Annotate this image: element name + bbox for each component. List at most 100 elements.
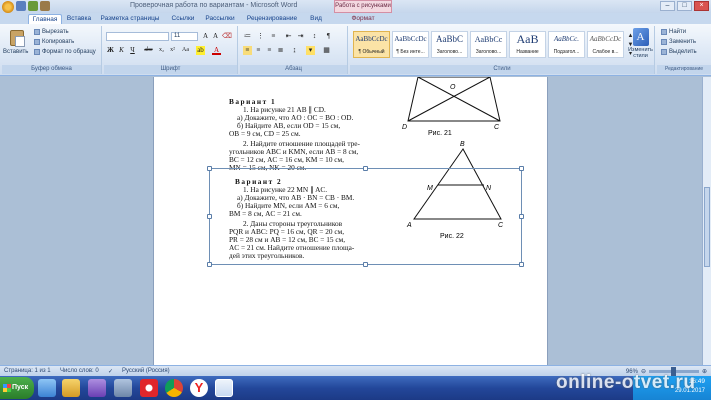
language-indicator[interactable]: Русский (Россия) xyxy=(122,368,170,374)
copy-button[interactable]: Копировать xyxy=(34,39,74,45)
highlight-color-icon[interactable]: ab xyxy=(196,46,205,55)
ribbon: Вставить Вырезать Копировать Формат по о… xyxy=(0,24,711,76)
tab-page-layout[interactable]: Разметка страницы xyxy=(99,14,161,24)
vertical-scrollbar[interactable] xyxy=(702,77,711,365)
scissors-icon xyxy=(34,29,40,35)
page-count[interactable]: Страница: 1 из 1 xyxy=(4,368,51,374)
save-icon[interactable] xyxy=(16,1,26,11)
style-title[interactable]: AaB Название xyxy=(509,31,546,58)
yandex-icon[interactable]: Y xyxy=(190,379,208,397)
select-arrow-icon xyxy=(661,49,667,55)
folder-icon[interactable] xyxy=(62,379,80,397)
spellcheck-icon[interactable]: ✓ xyxy=(108,368,113,375)
strikethrough-button[interactable]: abe xyxy=(142,46,155,55)
format-painter-button[interactable]: Формат по образцу xyxy=(34,49,96,55)
resize-handle[interactable] xyxy=(363,166,368,171)
cut-button[interactable]: Вырезать xyxy=(34,29,69,35)
resize-handle[interactable] xyxy=(207,214,212,219)
tab-format[interactable]: Формат xyxy=(346,14,380,24)
style-name: Подзагол... xyxy=(553,49,580,55)
show-marks-icon[interactable]: ¶ xyxy=(324,32,333,41)
align-left-icon[interactable]: ≡ xyxy=(243,46,252,55)
font-name-select[interactable] xyxy=(106,32,169,41)
resize-handle[interactable] xyxy=(519,262,524,267)
figure21-caption: Рис. 21 xyxy=(428,130,452,137)
grow-font-icon[interactable]: A xyxy=(201,32,210,41)
close-button[interactable]: × xyxy=(694,1,709,11)
font-color-button[interactable]: A xyxy=(212,46,221,55)
word-count[interactable]: Число слов: 0 xyxy=(60,368,99,374)
shading-icon[interactable]: ▾ xyxy=(306,46,315,55)
align-right-icon[interactable]: ≡ xyxy=(265,46,274,55)
font-group-label: Шрифт xyxy=(104,65,237,74)
opera-icon[interactable] xyxy=(140,379,158,397)
cut-label: Вырезать xyxy=(42,29,69,35)
bullets-icon[interactable]: ≔ xyxy=(243,32,252,41)
align-center-icon[interactable]: ≡ xyxy=(254,46,263,55)
tab-insert[interactable]: Вставка xyxy=(64,14,94,24)
label-b: B xyxy=(460,141,465,148)
style-no-spacing[interactable]: AaBbCcDc ¶ Без инте... xyxy=(392,31,429,58)
shrink-font-icon[interactable]: A xyxy=(211,32,220,41)
tab-home[interactable]: Главная xyxy=(28,14,62,24)
style-sample: AaBbCcDc xyxy=(394,35,427,43)
style-heading-1[interactable]: AaBbC Заголово... xyxy=(431,31,468,58)
replace-button[interactable]: Заменить xyxy=(661,39,696,45)
change-case-button[interactable]: Aa xyxy=(180,46,191,55)
line-spacing-icon[interactable]: ↨ xyxy=(290,46,299,55)
zoom-in-icon[interactable]: ⊕ xyxy=(702,368,707,375)
start-button[interactable]: Пуск xyxy=(0,377,34,399)
increase-indent-icon[interactable]: ⇥ xyxy=(296,32,305,41)
style-sample: AaBbCc xyxy=(474,35,503,44)
change-styles-label: Изменить стили xyxy=(628,47,653,59)
select-label: Выделить xyxy=(669,49,697,55)
superscript-button[interactable]: x² xyxy=(168,46,177,55)
style-normal[interactable]: AaBbCcDc ¶ Обычный xyxy=(353,31,390,58)
replace-icon xyxy=(661,39,667,45)
app-icon[interactable] xyxy=(114,379,132,397)
paragraph-group: ≔ ⋮ ≡ ⇤ ⇥ ↕ ¶ ≡ ≡ ≡ ≣ ↨ ▾ ▦ Абзац xyxy=(240,26,348,74)
underline-button[interactable]: Ч xyxy=(128,46,137,55)
office-button-icon[interactable] xyxy=(2,1,14,13)
numbering-icon[interactable]: ⋮ xyxy=(256,32,265,41)
multilevel-list-icon[interactable]: ≡ xyxy=(269,32,278,41)
tab-references[interactable]: Ссылки xyxy=(168,14,198,24)
ie-icon[interactable] xyxy=(38,379,56,397)
tab-mailings[interactable]: Рассылки xyxy=(204,14,236,24)
tab-review[interactable]: Рецензирование xyxy=(244,14,300,24)
style-subtitle[interactable]: AaBbCc. Подзагол... xyxy=(548,31,585,58)
media-player-icon[interactable] xyxy=(88,379,106,397)
minimize-button[interactable]: – xyxy=(660,1,675,11)
resize-handle[interactable] xyxy=(207,166,212,171)
resize-handle[interactable] xyxy=(519,166,524,171)
resize-handle[interactable] xyxy=(207,262,212,267)
change-styles-button[interactable]: A Изменить стили xyxy=(628,26,653,64)
undo-icon[interactable] xyxy=(28,1,38,11)
tab-view[interactable]: Вид xyxy=(306,14,326,24)
clear-format-icon[interactable]: ⌫ xyxy=(222,32,232,41)
word-taskbar-icon[interactable] xyxy=(215,379,233,397)
find-button[interactable]: Найти xyxy=(661,29,686,35)
justify-icon[interactable]: ≣ xyxy=(276,46,285,55)
sort-icon[interactable]: ↕ xyxy=(310,32,319,41)
font-size-select[interactable]: 11 xyxy=(171,32,198,41)
style-subtle-emphasis[interactable]: AaBbCcDc Слабое в... xyxy=(587,31,624,58)
style-name: Заголово... xyxy=(436,49,463,55)
style-sample: AaBbCcDc xyxy=(589,35,622,43)
maximize-button[interactable]: □ xyxy=(677,1,692,11)
resize-handle[interactable] xyxy=(363,262,368,267)
picture-selection-frame[interactable] xyxy=(207,166,524,267)
replace-label: Заменить xyxy=(669,39,696,45)
bold-button[interactable]: Ж xyxy=(106,46,115,55)
scrollbar-thumb[interactable] xyxy=(704,187,710,267)
watermark: online-otvet.ru xyxy=(556,372,696,393)
redo-icon[interactable] xyxy=(40,1,50,11)
decrease-indent-icon[interactable]: ⇤ xyxy=(284,32,293,41)
resize-handle[interactable] xyxy=(519,214,524,219)
style-heading-2[interactable]: AaBbCc Заголово... xyxy=(470,31,507,58)
chrome-icon[interactable] xyxy=(165,379,183,397)
subscript-button[interactable]: x₂ xyxy=(157,46,166,55)
borders-icon[interactable]: ▦ xyxy=(322,46,331,55)
italic-button[interactable]: К xyxy=(117,46,126,55)
select-button[interactable]: Выделить xyxy=(661,49,697,55)
